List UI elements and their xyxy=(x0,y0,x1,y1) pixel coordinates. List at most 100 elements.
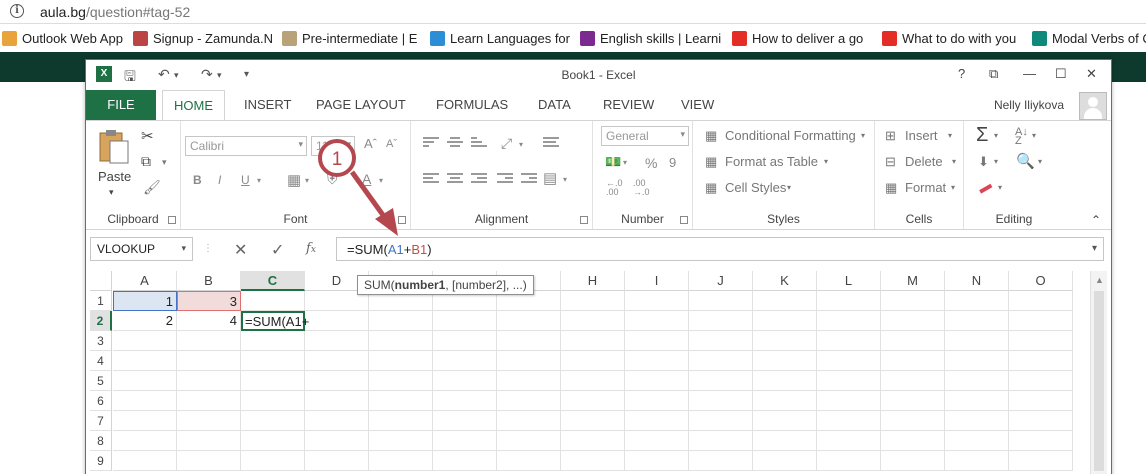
sort-filter-dropdown-icon[interactable]: ▾ xyxy=(1032,131,1036,140)
delete-cells-icon[interactable]: ⊟ xyxy=(885,154,896,170)
cell-E2[interactable] xyxy=(369,311,433,331)
cell-D8[interactable] xyxy=(305,431,369,451)
cell-K4[interactable] xyxy=(753,351,817,371)
cell-H9[interactable] xyxy=(561,451,625,471)
cell-N3[interactable] xyxy=(945,331,1009,351)
cell-N9[interactable] xyxy=(945,451,1009,471)
scroll-thumb[interactable] xyxy=(1094,291,1104,471)
insert-cells-dropdown-icon[interactable]: ▾ xyxy=(948,131,952,140)
row-header-8[interactable]: 8 xyxy=(90,431,112,451)
cell-D5[interactable] xyxy=(305,371,369,391)
cell-H8[interactable] xyxy=(561,431,625,451)
cell-F9[interactable] xyxy=(433,451,497,471)
close-button[interactable]: ✕ xyxy=(1086,66,1097,82)
row-header-9[interactable]: 9 xyxy=(90,451,112,471)
cell-K7[interactable] xyxy=(753,411,817,431)
column-header-I[interactable]: I xyxy=(625,271,689,291)
column-header-B[interactable]: B xyxy=(177,271,241,291)
cell-J2[interactable] xyxy=(689,311,753,331)
cell-E4[interactable] xyxy=(369,351,433,371)
cell-O3[interactable] xyxy=(1009,331,1073,351)
cell-O5[interactable] xyxy=(1009,371,1073,391)
cell-styles-icon[interactable]: ▦ xyxy=(705,180,717,196)
cell-styles-button[interactable]: Cell Styles xyxy=(725,180,786,195)
cell-B8[interactable] xyxy=(177,431,241,451)
cell-C8[interactable] xyxy=(241,431,305,451)
site-info-icon[interactable]: i xyxy=(10,4,24,18)
cell-A7[interactable] xyxy=(113,411,177,431)
tab-home[interactable]: HOME xyxy=(162,90,225,121)
cell-F6[interactable] xyxy=(433,391,497,411)
address-bar[interactable]: i aula.bg/question#tag-52 xyxy=(0,0,1146,24)
cell-K6[interactable] xyxy=(753,391,817,411)
cell-O7[interactable] xyxy=(1009,411,1073,431)
cell-B6[interactable] xyxy=(177,391,241,411)
format-cells-icon[interactable]: ▦ xyxy=(885,180,897,196)
cell-J7[interactable] xyxy=(689,411,753,431)
cut-icon[interactable]: ✂ xyxy=(141,127,154,145)
cell-I5[interactable] xyxy=(625,371,689,391)
merge-dropdown-icon[interactable]: ▾ xyxy=(563,175,567,184)
ribbon-display-options-button[interactable]: ⧉ xyxy=(989,66,998,82)
format-as-table-button[interactable]: Format as Table xyxy=(725,154,818,169)
cell-L7[interactable] xyxy=(817,411,881,431)
cell-C3[interactable] xyxy=(241,331,305,351)
cell-I9[interactable] xyxy=(625,451,689,471)
underline-button[interactable]: U xyxy=(241,173,250,187)
fill-color-icon[interactable]: ⛨ xyxy=(327,171,338,188)
cell-L3[interactable] xyxy=(817,331,881,351)
cell-M5[interactable] xyxy=(881,371,945,391)
enter-entry-icon[interactable]: ✓ xyxy=(271,240,284,260)
bold-button[interactable]: B xyxy=(193,173,202,187)
cell-L6[interactable] xyxy=(817,391,881,411)
cell-L8[interactable] xyxy=(817,431,881,451)
delete-cells-button[interactable]: Delete xyxy=(905,154,943,169)
top-align-icon[interactable] xyxy=(423,137,439,149)
cell-B4[interactable] xyxy=(177,351,241,371)
cell-H6[interactable] xyxy=(561,391,625,411)
cell-G5[interactable] xyxy=(497,371,561,391)
autosum-icon[interactable]: Σ xyxy=(976,124,988,147)
row-header-5[interactable]: 5 xyxy=(90,371,112,391)
insert-cells-button[interactable]: Insert xyxy=(905,128,938,143)
increase-decimal-icon[interactable]: ←.0.00 xyxy=(606,179,623,197)
bookmark-2[interactable]: Signup - Zamunda.N xyxy=(133,29,273,47)
bookmark-6[interactable]: How to deliver a go xyxy=(732,29,863,47)
cell-O6[interactable] xyxy=(1009,391,1073,411)
insert-cells-icon[interactable]: ⊞ xyxy=(885,128,896,144)
cell-C6[interactable] xyxy=(241,391,305,411)
column-header-H[interactable]: H xyxy=(561,271,625,291)
cell-D6[interactable] xyxy=(305,391,369,411)
cell-I2[interactable] xyxy=(625,311,689,331)
avatar[interactable] xyxy=(1079,92,1107,120)
wrap-text-icon[interactable] xyxy=(543,137,559,149)
cell-H3[interactable] xyxy=(561,331,625,351)
row-header-6[interactable]: 6 xyxy=(90,391,112,411)
cell-C9[interactable] xyxy=(241,451,305,471)
conditional-formatting-dropdown-icon[interactable]: ▾ xyxy=(861,131,865,140)
format-as-table-icon[interactable]: ▦ xyxy=(705,154,717,170)
cell-D7[interactable] xyxy=(305,411,369,431)
format-as-table-dropdown-icon[interactable]: ▾ xyxy=(824,157,828,166)
cell-J4[interactable] xyxy=(689,351,753,371)
accounting-format-icon[interactable]: 💵 xyxy=(605,154,621,170)
cell-I6[interactable] xyxy=(625,391,689,411)
align-center-icon[interactable] xyxy=(447,173,463,185)
clear-dropdown-icon[interactable]: ▾ xyxy=(998,183,1002,192)
cell-C7[interactable] xyxy=(241,411,305,431)
cell-H7[interactable] xyxy=(561,411,625,431)
cell-B5[interactable] xyxy=(177,371,241,391)
bookmark-3[interactable]: Pre-intermediate | E xyxy=(282,29,417,47)
formula-input[interactable]: =SUM(A1+B1) ▾ xyxy=(336,237,1104,261)
cell-O4[interactable] xyxy=(1009,351,1073,371)
cell-M4[interactable] xyxy=(881,351,945,371)
cell-D2[interactable] xyxy=(305,311,369,331)
cell-G7[interactable] xyxy=(497,411,561,431)
row-header-3[interactable]: 3 xyxy=(90,331,112,351)
cell-G9[interactable] xyxy=(497,451,561,471)
cell-E9[interactable] xyxy=(369,451,433,471)
alignment-launcher-icon[interactable] xyxy=(580,216,588,224)
cell-N4[interactable] xyxy=(945,351,1009,371)
collapse-ribbon-icon[interactable]: ⌃ xyxy=(1091,213,1101,227)
delete-cells-dropdown-icon[interactable]: ▾ xyxy=(952,157,956,166)
